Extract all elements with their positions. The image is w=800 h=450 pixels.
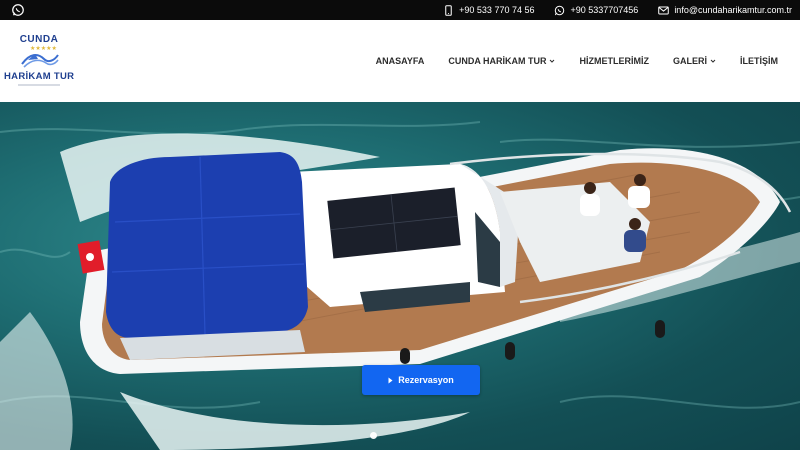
top-contact-bar: +90 533 770 74 56 +90 5337707456 info@cu…	[0, 0, 800, 20]
phone-icon	[445, 4, 452, 16]
logo-tagline-line	[18, 84, 60, 86]
slider-pagination	[370, 432, 377, 439]
logo-main-text: HARİKAM TUR	[4, 71, 75, 82]
site-header: CUNDA ★★★★★ HARİKAM TUR ANASAYFA CUNDA H…	[0, 20, 800, 102]
nav-item-label: HİZMETLERİMİZ	[579, 56, 649, 66]
contact-email[interactable]: info@cundaharikamtur.com.tr	[658, 5, 792, 16]
contact-phone[interactable]: +90 533 770 74 56	[443, 4, 535, 16]
rezervasyon-button-label: Rezervasyon	[398, 375, 454, 385]
logo-wave-icon	[21, 54, 59, 68]
email-address: info@cundaharikamtur.com.tr	[674, 5, 792, 15]
nav-item-iletisim[interactable]: İLETİŞİM	[740, 56, 778, 66]
chevron-down-icon	[550, 59, 555, 63]
nav-item-label: GALERİ	[672, 56, 707, 66]
nav-item-galeri[interactable]: GALERİ	[673, 56, 716, 66]
rezervasyon-button[interactable]: Rezervasyon	[362, 365, 480, 395]
mail-icon	[658, 6, 670, 14]
chevron-down-icon	[710, 59, 716, 63]
hero-slider: Rezervasyon	[0, 102, 800, 450]
caret-right-icon	[388, 377, 393, 383]
hero-boat-image	[0, 121, 800, 450]
logo-top-text: CUNDA	[19, 34, 59, 45]
nav-item-label: CUNDA HARİKAM TUR	[448, 56, 547, 66]
contact-list: +90 533 770 74 56 +90 5337707456 info@cu…	[443, 0, 792, 20]
whatsapp-icon[interactable]	[11, 3, 25, 17]
nav-item-hizmetlerimiz[interactable]: HİZMETLERİMİZ	[579, 56, 649, 66]
site-logo[interactable]: CUNDA ★★★★★ HARİKAM TUR	[4, 34, 74, 96]
nav-item-cunda-harikam-tur[interactable]: CUNDA HARİKAM TUR	[448, 56, 555, 66]
contact-whatsapp[interactable]: +90 5337707456	[554, 5, 638, 16]
whatsapp-number: +90 5337707456	[570, 5, 639, 15]
phone-number: +90 533 770 74 56	[459, 5, 535, 15]
main-nav: ANASAYFA CUNDA HARİKAM TUR HİZMETLERİMİZ…	[376, 20, 778, 102]
slider-dot-active[interactable]	[370, 432, 377, 439]
nav-item-anasayfa[interactable]: ANASAYFA	[376, 56, 425, 66]
nav-item-label: ANASAYFA	[375, 56, 425, 66]
whatsapp-icon	[555, 5, 565, 15]
nav-item-label: İLETİŞİM	[740, 56, 778, 66]
